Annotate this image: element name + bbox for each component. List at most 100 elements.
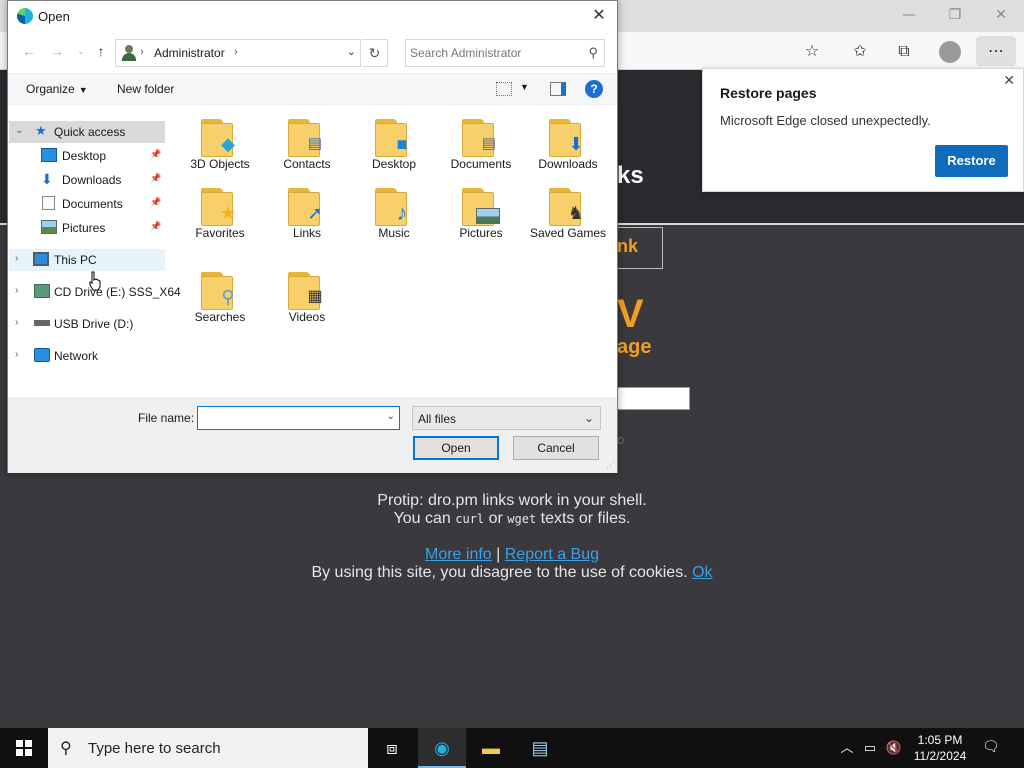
cookie-notice: By using this site, you disagree to the …: [311, 564, 693, 581]
star-icon: ★: [35, 123, 47, 138]
favorites-icon[interactable]: ✩: [847, 39, 873, 63]
tree-item-usb-drive[interactable]: › USB Drive (D:): [9, 313, 165, 335]
tree-item-cd-drive[interactable]: › CD Drive (E:) SSS_X64: [9, 281, 181, 303]
tree-item-downloads[interactable]: ⬇ Downloads 📌: [9, 169, 165, 191]
view-options-icon[interactable]: [496, 82, 512, 96]
file-list: ◆ 3D Objects ▤ Contacts ■ Desktop ▤ Docu…: [173, 107, 613, 397]
folder-icon: [462, 182, 500, 226]
folder-music[interactable]: ♪ Music: [349, 176, 439, 240]
folder-saved-games[interactable]: ♞ Saved Games: [523, 176, 613, 240]
collections-icon[interactable]: ⧉: [891, 39, 917, 63]
folder-favorites[interactable]: ★ Favorites: [175, 176, 265, 240]
address-bar[interactable]: › Administrator › ⌄: [115, 39, 361, 67]
server-manager-icon[interactable]: ▤: [516, 728, 564, 768]
preview-pane-icon[interactable]: [550, 82, 566, 96]
volume-muted-icon[interactable]: 🔇: [884, 728, 904, 768]
folder-links[interactable]: ➚ Links: [262, 176, 352, 240]
tree-label: USB Drive (D:): [54, 317, 134, 331]
restore-window-button[interactable]: ❐: [932, 0, 978, 30]
folder-icon: ▦: [288, 266, 326, 310]
address-segment[interactable]: Administrator: [154, 46, 225, 60]
chevron-right-icon[interactable]: ›: [15, 285, 18, 296]
site-faint-text: o: [617, 433, 625, 447]
report-bug-link[interactable]: Report a Bug: [505, 546, 599, 563]
search-input[interactable]: [410, 44, 580, 62]
tree-item-pictures[interactable]: Pictures 📌: [9, 217, 165, 239]
back-arrow-icon[interactable]: ←: [20, 42, 38, 60]
folder-desktop[interactable]: ■ Desktop: [349, 107, 439, 171]
forward-arrow-icon[interactable]: →: [48, 42, 66, 60]
cancel-button[interactable]: Cancel: [513, 436, 599, 460]
recent-locations-icon[interactable]: ⌄: [72, 42, 90, 60]
dialog-titlebar: Open ✕: [8, 1, 617, 31]
file-name-input[interactable]: [201, 410, 376, 426]
chevron-right-icon[interactable]: ›: [234, 46, 238, 58]
protip-line-1: Protip: dro.pm links work in your shell.: [377, 492, 647, 509]
task-view-icon[interactable]: ⧈: [368, 728, 416, 768]
site-subtitle: age: [617, 336, 652, 358]
new-folder-button[interactable]: New folder: [117, 82, 174, 96]
chevron-down-icon[interactable]: ⌄: [15, 125, 23, 136]
close-icon[interactable]: ✕: [1003, 73, 1015, 89]
file-name-combo[interactable]: ⌄: [197, 406, 400, 430]
minimize-button[interactable]: —: [886, 0, 932, 30]
profile-icon[interactable]: [939, 41, 961, 63]
file-explorer-icon[interactable]: ▬: [467, 728, 515, 768]
footer-links: More info | Report a Bug By using this s…: [311, 546, 713, 581]
chevron-right-icon[interactable]: ›: [140, 46, 144, 58]
chevron-down-icon[interactable]: ▼: [520, 82, 529, 92]
folder-icon: ▤: [462, 113, 500, 157]
site-text-input[interactable]: [617, 387, 690, 410]
notification-icon[interactable]: 🗨: [982, 738, 1004, 758]
edge-taskbar-icon[interactable]: ◉: [418, 728, 466, 768]
folder-pictures[interactable]: Pictures: [436, 176, 526, 240]
star-icon[interactable]: ☆: [799, 39, 825, 63]
link-arrow-icon: ➚: [307, 203, 323, 223]
chevron-right-icon[interactable]: ›: [15, 317, 18, 328]
folder-icon: ⬇: [549, 113, 587, 157]
dialog-close-button[interactable]: ✕: [587, 5, 611, 25]
chevron-up-icon[interactable]: ︿: [838, 728, 856, 768]
user-folder-icon: [122, 45, 136, 61]
network-icon[interactable]: ▭: [860, 728, 880, 768]
search-box[interactable]: ⚲: [405, 39, 605, 67]
chevron-right-icon[interactable]: ›: [15, 253, 18, 264]
open-button[interactable]: Open: [413, 436, 499, 460]
up-arrow-icon[interactable]: ↑: [92, 42, 110, 60]
resize-grip-icon[interactable]: ⋰: [606, 460, 615, 471]
chevron-down-icon[interactable]: ⌄: [387, 411, 395, 422]
more-info-link[interactable]: More info: [425, 546, 492, 563]
tree-item-desktop[interactable]: Desktop 📌: [9, 145, 165, 167]
tree-item-this-pc[interactable]: › This PC: [9, 249, 165, 271]
folder-contacts[interactable]: ▤ Contacts: [262, 107, 352, 171]
chevron-down-icon[interactable]: ⌄: [584, 411, 594, 425]
taskbar-search[interactable]: ⚲ Type here to search: [48, 728, 368, 768]
site-link-button[interactable]: nk: [617, 227, 663, 269]
tree-item-network[interactable]: › Network: [9, 345, 165, 367]
close-window-button[interactable]: ✕: [978, 0, 1024, 30]
tree-item-quick-access[interactable]: ⌄ ★ Quick access: [9, 121, 165, 143]
cookie-ok-link[interactable]: Ok: [692, 564, 712, 581]
tree-item-documents[interactable]: Documents 📌: [9, 193, 165, 215]
start-button[interactable]: [0, 728, 48, 768]
folder-3d-objects[interactable]: ◆ 3D Objects: [175, 107, 265, 171]
file-type-select[interactable]: All files ⌄: [412, 406, 601, 430]
chess-icon: ♞: [567, 203, 585, 223]
restore-button[interactable]: Restore: [935, 145, 1008, 177]
chevron-right-icon[interactable]: ›: [15, 349, 18, 360]
file-label: Downloads: [538, 157, 598, 171]
dialog-title: Open: [38, 9, 70, 24]
clock[interactable]: 1:05 PM 11/2/2024: [905, 732, 975, 764]
more-icon[interactable]: ⋯: [976, 36, 1016, 66]
chevron-down-icon[interactable]: ⌄: [347, 45, 356, 58]
organize-menu[interactable]: Organize ▼: [26, 82, 88, 96]
folder-searches[interactable]: ⚲ Searches: [175, 260, 265, 324]
refresh-button[interactable]: ↻: [362, 39, 388, 67]
folder-videos[interactable]: ▦ Videos: [262, 260, 352, 324]
help-icon[interactable]: ?: [585, 80, 603, 98]
windows-logo-icon: [16, 740, 32, 756]
file-label: Videos: [288, 310, 326, 324]
folder-downloads[interactable]: ⬇ Downloads: [523, 107, 613, 171]
folder-documents[interactable]: ▤ Documents: [436, 107, 526, 171]
down-arrow-icon: ⬇: [568, 134, 584, 154]
